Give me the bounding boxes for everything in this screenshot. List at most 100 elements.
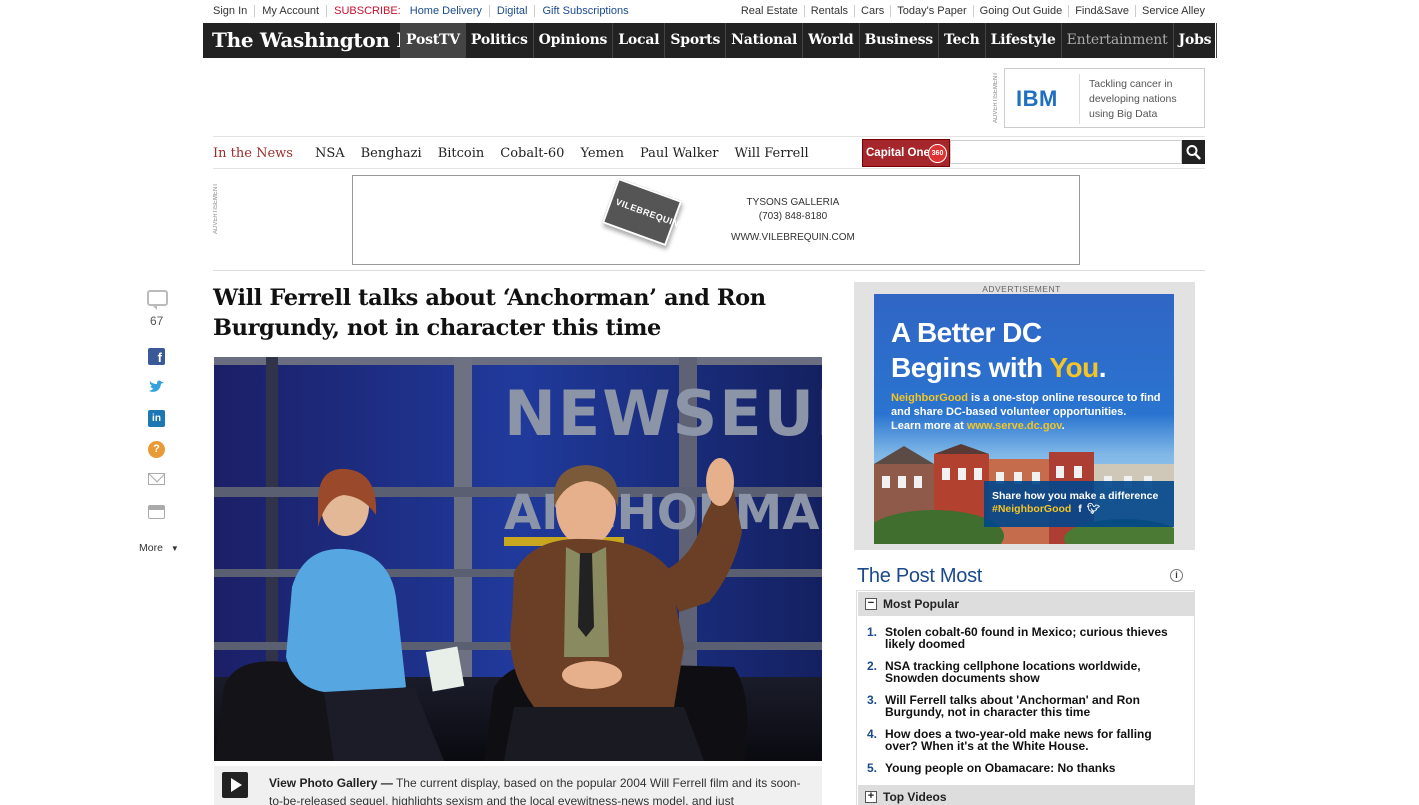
nav-tech[interactable]: Tech (937, 23, 985, 58)
neighborgood-ad[interactable]: A Better DC Begins with You. NeighborGoo… (874, 294, 1174, 544)
chevron-down-icon: ▼ (170, 544, 179, 553)
photo-sign-newseum: NEWSEUM (504, 377, 822, 450)
home-delivery-link[interactable]: Home Delivery (408, 5, 489, 17)
photo-gallery-caption[interactable]: View Photo Gallery — The current display… (214, 766, 822, 805)
nav-jobs[interactable]: Jobs (1172, 23, 1217, 58)
nav-politics[interactable]: Politics (464, 23, 533, 58)
nav-world[interactable]: World (802, 23, 858, 58)
share-more-button[interactable]: More ▼ (139, 542, 179, 554)
service-alley-link[interactable]: Service Alley (1135, 5, 1205, 17)
rail-ad-headline: A Better DC Begins with You. (891, 315, 1107, 385)
sign-in-link[interactable]: Sign In (213, 5, 254, 17)
reddit-icon[interactable]: ? (148, 441, 165, 458)
topic-nsa[interactable]: NSA (315, 146, 345, 161)
ibm-logo: IBM (1016, 86, 1058, 111)
going-out-guide-link[interactable]: Going Out Guide (972, 5, 1069, 17)
list-item[interactable]: 4. How does a two-year-old make news for … (867, 728, 1187, 752)
search-icon (1186, 145, 1201, 160)
photo-sign-anchorman: ANCHORMAN (504, 485, 822, 541)
info-icon[interactable]: i (1170, 569, 1183, 582)
todays-paper-link[interactable]: Today's Paper (890, 5, 972, 17)
nav-sports[interactable]: Sports (664, 23, 725, 58)
sponsor-360-badge: 360 (928, 144, 947, 163)
most-popular-list: 1. Stolen cobalt-60 found in Mexico; curi… (867, 626, 1187, 784)
my-account-link[interactable]: My Account (254, 5, 326, 17)
rentals-link[interactable]: Rentals (803, 5, 854, 17)
real-estate-link[interactable]: Real Estate (735, 5, 804, 17)
nav-posttv[interactable]: PostTV (400, 23, 465, 58)
list-item[interactable]: 1. Stolen cobalt-60 found in Mexico; curi… (867, 626, 1187, 650)
ad-divider (1079, 74, 1080, 124)
store-url: WWW.VILEBREQUIN.COM (731, 232, 855, 243)
nav-more[interactable]: More (1216, 23, 1267, 58)
rail-ad-headline-line2: Begins with You. (891, 352, 1107, 383)
in-the-news-bar: In the News NSA Benghazi Bitcoin Cobalt-… (213, 136, 1205, 169)
search-input[interactable] (950, 140, 1182, 164)
top-videos-tab[interactable]: + Top Videos (858, 785, 1194, 805)
store-phone: (703) 848-8180 (758, 211, 828, 222)
top-videos-label: Top Videos (883, 790, 947, 804)
digital-link[interactable]: Digital (488, 5, 535, 17)
topic-benghazi[interactable]: Benghazi (361, 146, 422, 161)
list-item[interactable]: 3. Will Ferrell talks about 'Anchorman' a… (867, 694, 1187, 718)
advertisement-label: ADVERTISEMENT (993, 72, 999, 124)
nav-opinions[interactable]: Opinions (532, 23, 613, 58)
ibm-ad-copy: Tackling cancer in developing nations us… (1089, 78, 1177, 120)
subscribe-label: SUBSCRIBE: (326, 5, 408, 17)
advertisement-label: ADVERTISEMENT (213, 183, 219, 234)
main-nav: PostTV Politics Opinions Local Sports Na… (400, 23, 1268, 58)
article-photo[interactable]: NEWSEUM ANCHORMAN (214, 357, 822, 761)
topic-list: In the News NSA Benghazi Bitcoin Cobalt-… (213, 146, 825, 161)
topic-will-ferrell[interactable]: Will Ferrell (735, 146, 809, 161)
twitter-icon[interactable]: 🐦︎ (1087, 503, 1100, 515)
twitter-icon[interactable] (148, 378, 165, 395)
newseum-stage-photo: NEWSEUM ANCHORMAN (214, 357, 822, 761)
play-gallery-button[interactable] (222, 772, 248, 798)
rail-ad-share-tag: Share how you make a difference #Neighbo… (984, 481, 1174, 527)
facebook-icon[interactable]: f (1078, 503, 1082, 515)
nav-lifestyle[interactable]: Lifestyle (984, 23, 1061, 58)
search-button[interactable] (1182, 140, 1205, 164)
in-the-news-label: In the News (213, 146, 293, 161)
sponsor-name: Capital One (866, 147, 930, 159)
vilebrequin-logo: VILEBREQUIN (614, 196, 681, 230)
rail-ad-hashtag: #NeighborGood f 🐦︎ (992, 503, 1101, 515)
comment-count[interactable]: 67 (150, 314, 163, 328)
share-more-label: More (139, 542, 163, 554)
masthead: The Washington Post PostTV Politics Opin… (203, 23, 1263, 58)
store-name: TYSONS GALLERIA (746, 197, 840, 208)
topic-paul-walker[interactable]: Paul Walker (640, 146, 719, 161)
ibm-ad[interactable]: IBM Tackling cancer in developing nation… (1004, 68, 1205, 128)
linkedin-icon[interactable]: in (148, 410, 165, 427)
topic-bitcoin[interactable]: Bitcoin (438, 146, 485, 161)
nav-national[interactable]: National (725, 23, 802, 58)
comment-icon[interactable] (147, 290, 168, 310)
topic-cobalt-60[interactable]: Cobalt-60 (500, 146, 564, 161)
expand-icon[interactable]: + (865, 791, 877, 803)
facebook-icon[interactable]: f (148, 348, 165, 365)
utility-links-right: Real Estate Rentals Cars Today's Paper G… (735, 5, 1205, 17)
vilebrequin-store-info: TYSONS GALLERIA (703) 848-8180 WWW.VILEB… (731, 196, 855, 245)
caption-label[interactable]: View Photo Gallery — (269, 776, 393, 790)
nav-local[interactable]: Local (612, 23, 664, 58)
most-popular-label: Most Popular (883, 597, 960, 611)
find-and-save-link[interactable]: Find&Save (1068, 5, 1135, 17)
list-item[interactable]: 5. Young people on Obamacare: No thanks (867, 762, 1187, 774)
nav-business[interactable]: Business (858, 23, 938, 58)
cars-link[interactable]: Cars (854, 5, 890, 17)
rail-ad-body: NeighborGood is a one-stop online resour… (891, 392, 1161, 432)
vilebrequin-banner-ad[interactable]: VILEBREQUIN TYSONS GALLERIA (703) 848-81… (352, 175, 1080, 265)
rail-ad-container: ADVERTISEMENT A Better DC Begins with Yo… (854, 282, 1195, 550)
capital-one-sponsor-badge[interactable]: Capital One 360 (862, 139, 950, 167)
post-most-title: The Post Most (857, 565, 983, 587)
post-most-module: − Most Popular 1. Stolen cobalt-60 found … (856, 590, 1195, 805)
print-icon[interactable] (148, 505, 165, 519)
collapse-icon[interactable]: − (865, 598, 877, 610)
email-icon[interactable] (148, 473, 165, 485)
list-item[interactable]: 2. NSA tracking cellphone locations world… (867, 660, 1187, 684)
nav-entertainment[interactable]: Entertainment (1060, 23, 1173, 58)
advertisement-label: ADVERTISEMENT (982, 284, 1061, 294)
topic-yemen[interactable]: Yemen (580, 146, 624, 161)
most-popular-tab[interactable]: − Most Popular (858, 592, 1194, 616)
gift-subscriptions-link[interactable]: Gift Subscriptions (534, 5, 635, 17)
